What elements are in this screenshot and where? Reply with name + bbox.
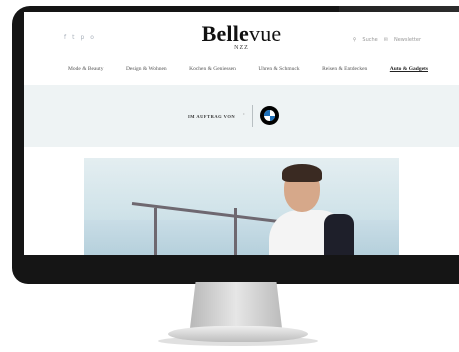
site-header: f t p o Bellevue NZZ ⚲ Suche ✉ Newslette… bbox=[24, 12, 459, 72]
browser-screen: f t p o Bellevue NZZ ⚲ Suche ✉ Newslette… bbox=[24, 12, 459, 255]
logo-bold-text: Belle bbox=[201, 21, 250, 46]
nav-item-reisen-entdecken[interactable]: Reisen & Entdecken bbox=[322, 66, 367, 76]
search-icon[interactable]: ⚲ bbox=[353, 37, 357, 43]
bmw-logo[interactable] bbox=[260, 106, 279, 125]
nav-item-auto-gadgets[interactable]: Auto & Gadgets bbox=[390, 66, 428, 76]
hero-image[interactable] bbox=[84, 158, 399, 255]
monitor-stand bbox=[190, 282, 282, 328]
nav-item-mode-beauty[interactable]: Mode & Beauty bbox=[68, 66, 103, 76]
main-nav: Mode & Beauty Design & Wohnen Kochen & G… bbox=[68, 66, 428, 76]
nav-item-uhren-schmuck[interactable]: Uhren & Schmuck bbox=[258, 66, 299, 76]
newsletter-link[interactable]: Newsletter bbox=[394, 37, 421, 43]
logo-light-text: vue bbox=[249, 21, 282, 46]
utility-links: ⚲ Suche ✉ Newsletter bbox=[353, 37, 421, 43]
nav-item-kochen-geniessen[interactable]: Kochen & Geniessen bbox=[189, 66, 236, 76]
search-link[interactable]: Suche bbox=[362, 37, 377, 43]
nav-item-design-wohnen[interactable]: Design & Wohnen bbox=[126, 66, 167, 76]
sponsor-banner: IM AUFTRAG VON › bbox=[24, 85, 459, 147]
chevron-right-icon[interactable]: › bbox=[243, 112, 245, 117]
monitor-base bbox=[168, 326, 308, 342]
envelope-icon[interactable]: ✉ bbox=[384, 37, 388, 43]
sponsor-divider bbox=[252, 105, 253, 127]
logo-subtitle: NZZ bbox=[234, 45, 249, 51]
sponsor-label: IM AUFTRAG VON bbox=[188, 114, 236, 119]
